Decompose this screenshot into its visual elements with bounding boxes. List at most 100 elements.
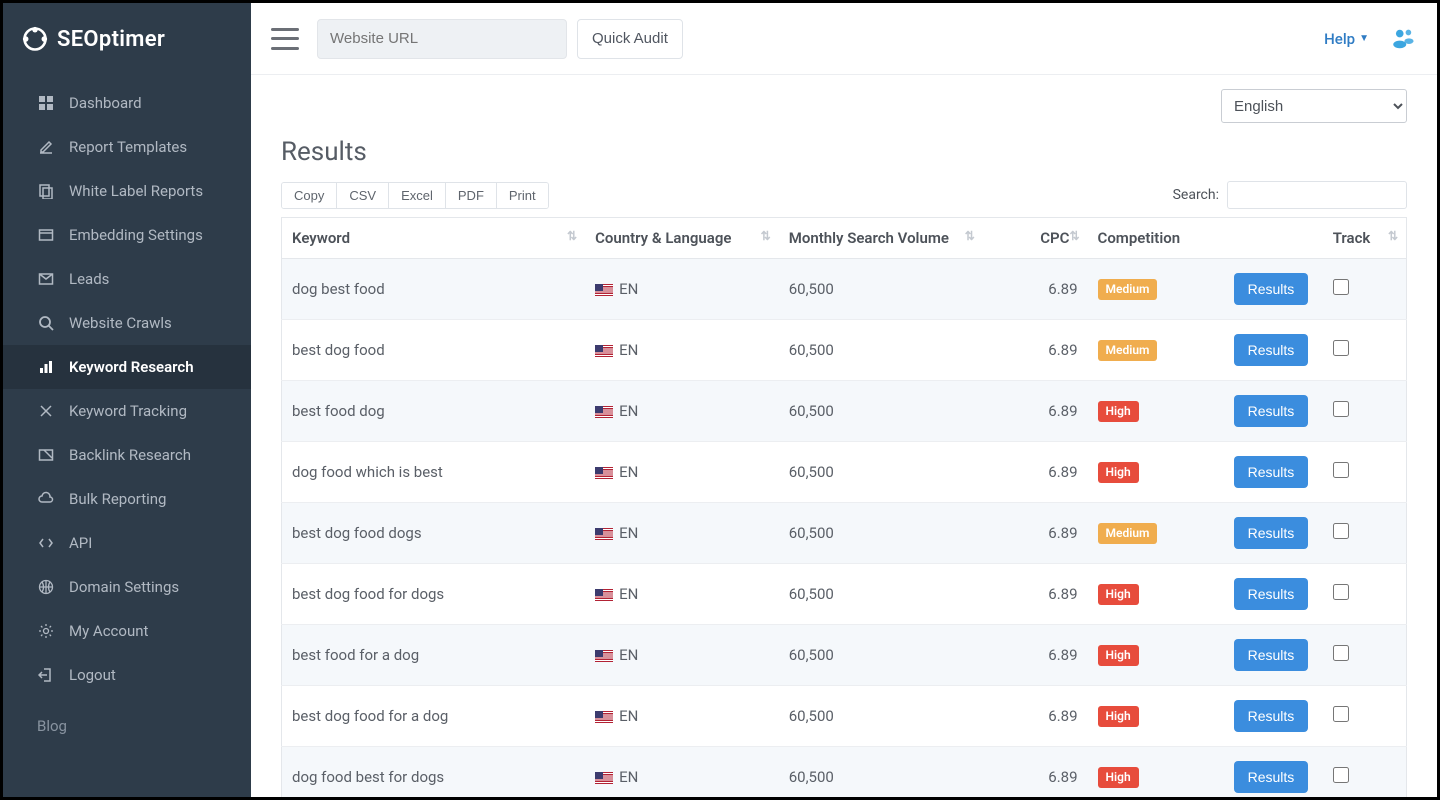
sidebar-item-bulk-reporting[interactable]: Bulk Reporting [3,477,251,521]
nav-list: DashboardReport Templates White Label Rep… [3,75,251,703]
export-print-button[interactable]: Print [497,183,548,208]
cell-track [1323,747,1407,798]
cell-keyword: dog best food [282,259,586,320]
sort-icon: ⇅ [567,229,575,243]
table-row: best dog food for a dogEN60,5006.89HighR… [282,686,1407,747]
track-checkbox[interactable] [1333,279,1349,295]
user-icon[interactable] [1389,25,1417,53]
cell-cpc: 6.89 [983,625,1088,686]
track-checkbox[interactable] [1333,706,1349,722]
cell-results: Results [1224,320,1323,381]
hamburger-icon[interactable] [271,28,299,50]
sidebar-item-logout[interactable]: Logout [3,653,251,697]
export-pdf-button[interactable]: PDF [446,183,497,208]
results-button[interactable]: Results [1234,456,1309,488]
cell-competition: High [1088,564,1224,625]
sidebar-item-label: Bulk Reporting [69,490,166,508]
sort-icon: ⇅ [761,229,769,243]
cell-volume: 60,500 [779,686,983,747]
sidebar-item-dashboard[interactable]: Dashboard [3,81,251,125]
quick-audit-button[interactable]: Quick Audit [577,19,683,59]
th-volume[interactable]: Monthly Search Volume⇅ [779,218,983,259]
sidebar: SEOptimer DashboardReport Templates White… [3,3,251,797]
sidebar-item-api[interactable]: API [3,521,251,565]
cell-cpc: 6.89 [983,442,1088,503]
th-cpc[interactable]: CPC⇅ [983,218,1088,259]
language-select[interactable]: English [1221,89,1407,123]
cell-track [1323,503,1407,564]
table-row: best dog foodEN60,5006.89MediumResults [282,320,1407,381]
sidebar-item-backlink-research[interactable]: Backlink Research [3,433,251,477]
results-button[interactable]: Results [1234,700,1309,732]
track-icon [37,402,55,420]
track-checkbox[interactable] [1333,340,1349,356]
results-button[interactable]: Results [1234,761,1309,793]
export-excel-button[interactable]: Excel [389,183,446,208]
cloud-icon [37,490,55,508]
results-button[interactable]: Results [1234,334,1309,366]
cell-results: Results [1224,259,1323,320]
embed-icon [37,226,55,244]
track-checkbox[interactable] [1333,462,1349,478]
results-button[interactable]: Results [1234,517,1309,549]
results-button[interactable]: Results [1234,639,1309,671]
cell-cpc: 6.89 [983,747,1088,798]
track-checkbox[interactable] [1333,523,1349,539]
content-area: English Results Copy CSV Excel PDF Print… [251,75,1437,797]
sidebar-item-report-templates[interactable]: Report Templates [3,125,251,169]
cell-keyword: best food dog [282,381,586,442]
results-button[interactable]: Results [1234,578,1309,610]
cell-results: Results [1224,747,1323,798]
cell-country: EN [585,503,779,564]
th-track[interactable]: Track⇅ [1323,218,1407,259]
cell-country: EN [585,259,779,320]
sidebar-item-label: Leads [69,270,109,288]
th-competition[interactable]: Competition [1088,218,1224,259]
th-country[interactable]: Country & Language⇅ [585,218,779,259]
logo-text: SEOptimer [57,27,165,52]
competition-badge: High [1098,584,1139,605]
track-checkbox[interactable] [1333,584,1349,600]
competition-badge: High [1098,645,1139,666]
track-checkbox[interactable] [1333,767,1349,783]
sidebar-item-leads[interactable]: Leads [3,257,251,301]
cell-volume: 60,500 [779,503,983,564]
sidebar-item-keyword-research[interactable]: Keyword Research [3,345,251,389]
sidebar-blog-link[interactable]: Blog [3,703,251,749]
website-url-input[interactable] [317,19,567,59]
cell-volume: 60,500 [779,381,983,442]
sidebar-item-label: Keyword Tracking [69,402,187,420]
cell-country: EN [585,625,779,686]
export-csv-button[interactable]: CSV [337,183,389,208]
cell-competition: High [1088,747,1224,798]
track-checkbox[interactable] [1333,401,1349,417]
cell-country: EN [585,442,779,503]
competition-badge: High [1098,767,1139,788]
cell-competition: Medium [1088,259,1224,320]
competition-badge: High [1098,401,1139,422]
search-icon [37,314,55,332]
sidebar-item-my-account[interactable]: My Account [3,609,251,653]
results-button[interactable]: Results [1234,395,1309,427]
cell-keyword: best dog food [282,320,586,381]
sidebar-item-white-label-reports[interactable]: White Label Reports [3,169,251,213]
dashboard-icon [37,94,55,112]
sidebar-item-label: Backlink Research [69,446,191,464]
cell-track [1323,625,1407,686]
logo[interactable]: SEOptimer [3,3,251,75]
track-checkbox[interactable] [1333,645,1349,661]
results-heading: Results [281,137,1407,167]
help-dropdown[interactable]: Help▼ [1324,30,1369,48]
sidebar-item-label: API [69,534,92,552]
sidebar-item-domain-settings[interactable]: Domain Settings [3,565,251,609]
export-copy-button[interactable]: Copy [282,183,337,208]
th-keyword[interactable]: Keyword⇅ [282,218,586,259]
table-search-input[interactable] [1227,181,1407,209]
sidebar-item-keyword-tracking[interactable]: Keyword Tracking [3,389,251,433]
sidebar-item-label: White Label Reports [69,182,203,200]
sidebar-item-website-crawls[interactable]: Website Crawls [3,301,251,345]
results-button[interactable]: Results [1234,273,1309,305]
sidebar-item-embedding-settings[interactable]: Embedding Settings [3,213,251,257]
logout-icon [37,666,55,684]
us-flag-icon [595,528,613,540]
